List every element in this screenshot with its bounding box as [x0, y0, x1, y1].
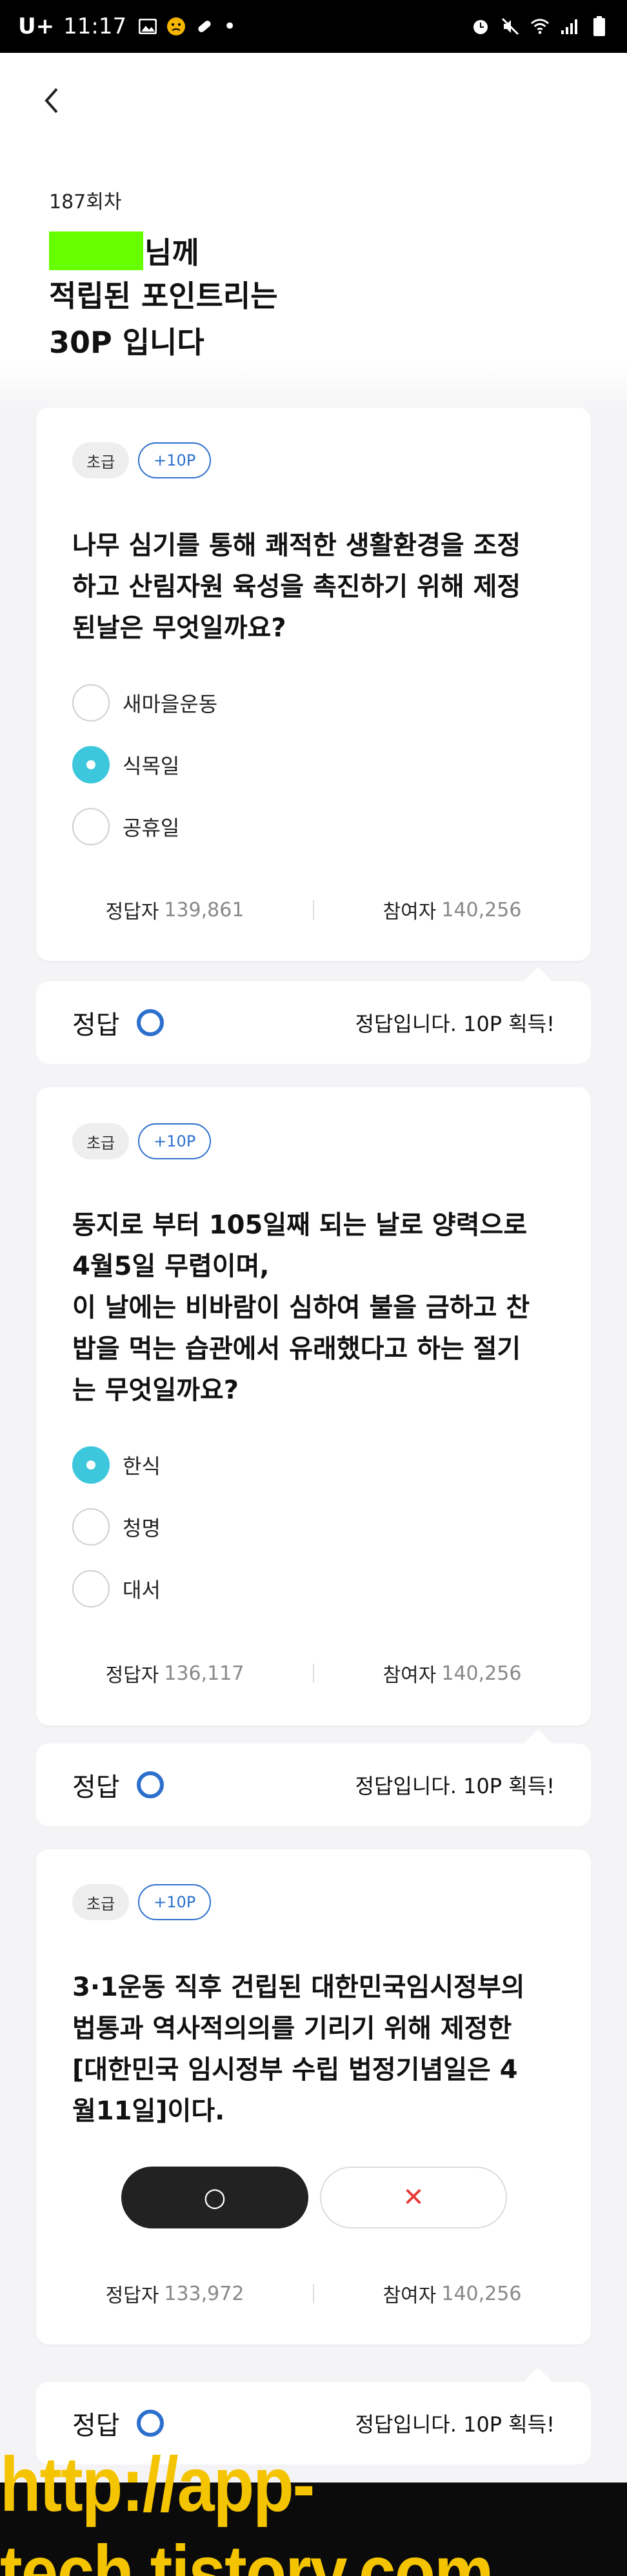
correct-count: 133,972: [164, 2282, 244, 2305]
question-text: 동지로 부터 105일째 되는 날로 양력으로 4월5일 무렵이며, 이 날에는…: [72, 1204, 562, 1411]
clock: 11:17: [63, 14, 127, 39]
chevron-left-icon: [45, 88, 58, 113]
carrier-label: U+: [18, 14, 55, 39]
level-badge: 초급: [72, 442, 130, 478]
question-line: 하고 산림자원 육성을 촉진하기 위해 제정: [72, 572, 521, 602]
redacted-name: [49, 231, 143, 270]
name-suffix: 님께: [144, 235, 199, 270]
answer-result: 정답입니다. 10P 획득!: [355, 2412, 555, 2437]
participant-label: 참여자: [383, 1664, 437, 1687]
correct-label: 정답자: [105, 1664, 159, 1687]
correct-label: 정답자: [105, 901, 159, 923]
pill-icon: [195, 17, 214, 36]
answer-bar-2: 정답 정답입니다. 10P 획득!: [36, 1729, 591, 1826]
option-label: 공휴일: [123, 816, 180, 840]
x-answer-button[interactable]: ✕: [320, 2167, 507, 2228]
participant-label: 참여자: [383, 901, 437, 923]
answer-label: 정답: [72, 1010, 120, 1040]
option-2[interactable]: 식목일: [72, 745, 179, 784]
user-name-line: 님께: [49, 231, 199, 271]
participant-count: 140,256: [441, 1662, 522, 1685]
watermark-banner: http://app-tech.tistory.com: [0, 2442, 627, 2576]
emoji-icon: [166, 17, 186, 36]
correct-circle-icon: [136, 1771, 164, 1798]
points-badge: +10P: [138, 1123, 212, 1159]
stats-row: 정답자 139,861 참여자 140,256: [36, 894, 591, 926]
o-icon: ○: [203, 2183, 226, 2212]
question-line: 월11일]이다.: [72, 2096, 225, 2126]
points-badge: +10P: [138, 442, 212, 478]
round-label: 187회차: [49, 191, 122, 213]
answer-bar-1: 정답 정답입니다. 10P 획득!: [36, 967, 591, 1064]
battery-icon: [590, 16, 609, 36]
status-bar: U+ 11:17 •: [0, 0, 627, 53]
question-line: 이 날에는 비바람이 심하여 불을 금하고 찬: [72, 1293, 530, 1322]
option-label: 청명: [123, 1516, 161, 1540]
answer-result: 정답입니다. 10P 획득!: [355, 1012, 555, 1036]
correct-label: 정답자: [105, 2285, 159, 2307]
question-line: 된날은 무엇일까요?: [72, 613, 286, 643]
question-line: 3·1운동 직후 건립된 대한민국임시정부의: [72, 1972, 525, 2002]
gallery-icon: [138, 17, 157, 36]
divider: [313, 2284, 314, 2303]
points-title: 적립된 포인트리는: [49, 279, 278, 313]
option-2[interactable]: 청명: [72, 1508, 161, 1546]
option-label: 대서: [123, 1578, 161, 1602]
quiz-card-3: 초급 +10P 3·1운동 직후 건립된 대한민국임시정부의 법통과 역사적의의…: [36, 1849, 591, 2345]
divider: [313, 900, 314, 919]
participant-count: 140,256: [441, 898, 522, 921]
correct-circle-icon: [136, 2410, 164, 2437]
alarm-icon: [471, 17, 490, 36]
answer-result: 정답입니다. 10P 획득!: [355, 1774, 555, 1798]
question-line: 4월5일 무렵이며,: [72, 1252, 270, 1281]
option-label: 한식: [123, 1454, 161, 1479]
question-line: 동지로 부터 105일째 되는 날로 양력으로: [72, 1210, 528, 1240]
points-amount: 30P 입니다: [49, 325, 204, 360]
status-dot: •: [223, 14, 237, 39]
option-1[interactable]: 새마을운동: [72, 683, 217, 722]
question-line: 나무 심기를 통해 쾌적한 생활환경을 조정: [72, 531, 521, 560]
option-3[interactable]: 공휴일: [72, 807, 179, 846]
mute-icon: [501, 17, 520, 36]
question-text: 3·1운동 직후 건립된 대한민국임시정부의 법통과 역사적의의를 기리기 위해…: [72, 1967, 562, 2132]
option-label: 새마을운동: [123, 692, 218, 716]
participant-label: 참여자: [383, 2285, 437, 2307]
radio-button[interactable]: [72, 808, 110, 845]
radio-button-selected[interactable]: [72, 746, 110, 783]
question-line: [대한민국 임시정부 수립 법정기념일은 4: [72, 2055, 518, 2085]
radio-button[interactable]: [72, 1508, 110, 1546]
level-badge: 초급: [72, 1123, 130, 1159]
option-3[interactable]: 대서: [72, 1569, 161, 1608]
correct-circle-icon: [136, 1009, 164, 1036]
radio-button-selected[interactable]: [72, 1446, 110, 1484]
question-line: 는 무엇일까요?: [72, 1375, 239, 1405]
correct-count: 139,861: [164, 898, 244, 921]
wifi-icon: [530, 17, 550, 36]
radio-button[interactable]: [72, 684, 110, 722]
answer-label: 정답: [72, 1773, 120, 1802]
answer-label: 정답: [72, 2411, 120, 2441]
divider: [313, 1664, 314, 1683]
quiz-card-2: 초급 +10P 동지로 부터 105일째 되는 날로 양력으로 4월5일 무렵이…: [36, 1087, 591, 1726]
option-1[interactable]: 한식: [72, 1446, 161, 1484]
question-line: 밥을 먹는 습관에서 유래했다고 하는 절기: [72, 1334, 521, 1364]
watermark-text: http://app-tech.tistory.com: [0, 2441, 494, 2576]
radio-button[interactable]: [72, 1570, 110, 1608]
signal-icon: [560, 17, 579, 36]
stats-row: 정답자 133,972 참여자 140,256: [36, 2277, 591, 2310]
level-badge: 초급: [72, 1884, 130, 1920]
quiz-card-1: 초급 +10P 나무 심기를 통해 쾌적한 생활환경을 조정 하고 산림자원 육…: [36, 408, 591, 961]
correct-count: 136,117: [164, 1662, 244, 1685]
question-line: 법통과 역사적의의를 기리기 위해 제정한: [72, 2014, 512, 2043]
back-button[interactable]: [36, 83, 67, 119]
participant-count: 140,256: [441, 2282, 522, 2305]
question-text: 나무 심기를 통해 쾌적한 생활환경을 조정 하고 산림자원 육성을 촉진하기 …: [72, 525, 562, 649]
option-label: 식목일: [123, 754, 180, 778]
x-icon: ✕: [403, 2183, 424, 2212]
o-answer-button[interactable]: ○: [121, 2167, 308, 2228]
points-badge: +10P: [138, 1884, 212, 1920]
stats-row: 정답자 136,117 참여자 140,256: [36, 1657, 591, 1689]
